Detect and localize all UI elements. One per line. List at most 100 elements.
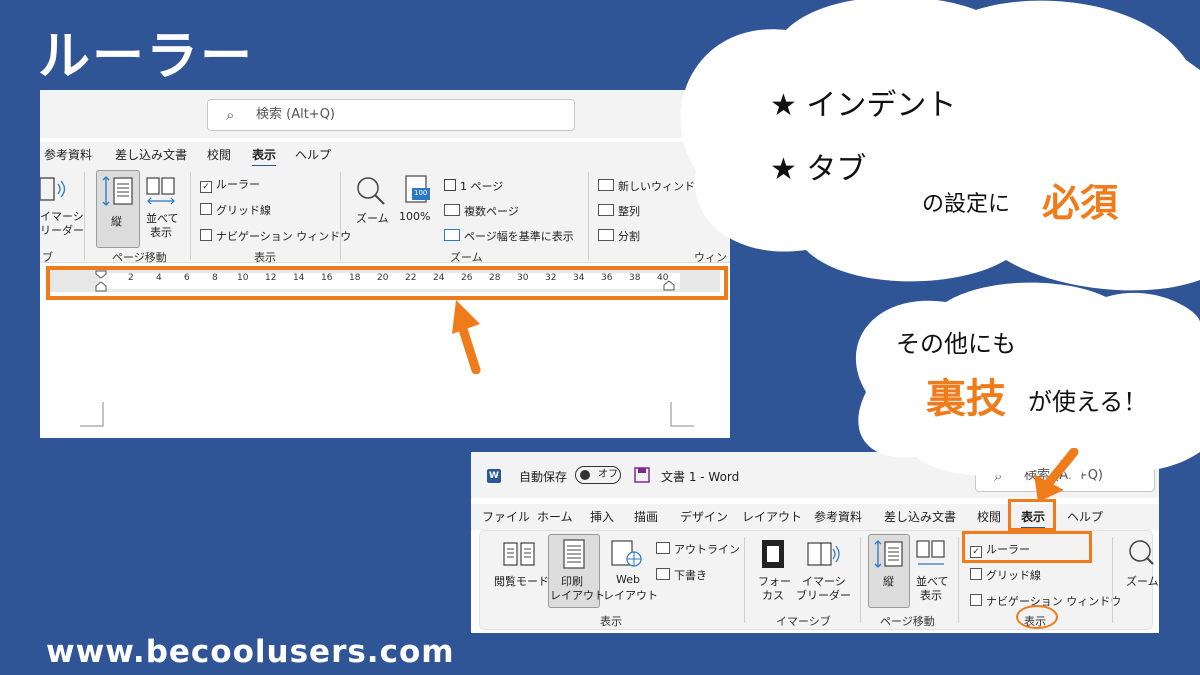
print-layout-button[interactable]: 印刷 レイアウト bbox=[548, 534, 605, 608]
callout-essential-text: 必須 bbox=[1042, 181, 1119, 225]
tab-mailings[interactable]: 差し込み文書 bbox=[884, 508, 956, 525]
tab-references[interactable]: 参考資料 bbox=[44, 146, 92, 163]
tab-home[interactable]: ホーム bbox=[537, 508, 573, 525]
word-logo-icon: W bbox=[487, 469, 501, 483]
vertical-button[interactable]: 縦 bbox=[868, 534, 910, 608]
ribbon-tabs: 参考資料 差し込み文書 校閲 表示 ヘルプ bbox=[40, 142, 730, 167]
autosave-state: オフ bbox=[598, 469, 618, 480]
callout-usable-text: が使える！ bbox=[1028, 388, 1148, 416]
navigation-label: ナビゲーション ウィンドウ bbox=[216, 230, 352, 243]
save-icon[interactable] bbox=[634, 467, 650, 483]
arrange-all-button[interactable]: 整列 bbox=[598, 203, 640, 219]
vertical-scroll-icon bbox=[102, 176, 133, 206]
ruler-checkbox[interactable]: ✓ ルーラー bbox=[200, 176, 260, 193]
one-page-label: 1 ページ bbox=[460, 180, 504, 193]
draft-button[interactable]: 下書き bbox=[656, 567, 707, 583]
word-window-top: ⌕ 検索 (Alt+Q) 参考資料 差し込み文書 校閲 表示 ヘルプ イマーシ … bbox=[40, 90, 730, 438]
vertical-button[interactable]: 縦 bbox=[96, 170, 140, 248]
tab-help[interactable]: ヘルプ bbox=[1067, 508, 1103, 525]
outline-button[interactable]: アウトライン bbox=[656, 541, 740, 557]
search-icon: ⌕ bbox=[226, 106, 235, 124]
print-layout-label-2: レイアウト bbox=[550, 589, 605, 602]
title-bar: ⌕ 検索 (Alt+Q) bbox=[40, 90, 730, 138]
callout-indent-line: ★ インデント bbox=[770, 88, 957, 123]
checkmark-icon: ✓ bbox=[200, 181, 212, 193]
page-corner-mark bbox=[80, 402, 104, 427]
ruler-label: ルーラー bbox=[216, 178, 260, 191]
gridlines-checkbox[interactable]: グリッド線 bbox=[200, 202, 271, 218]
arrow-up-icon bbox=[452, 300, 481, 374]
outline-icon bbox=[656, 542, 670, 554]
print-layout-icon bbox=[563, 539, 585, 569]
tab-review[interactable]: 校閲 bbox=[977, 508, 1001, 525]
search-box[interactable]: ⌕ 検索 (Alt+Q) bbox=[207, 99, 575, 131]
group-label-views: 表示 bbox=[600, 615, 622, 628]
speech-cloud-top bbox=[680, 0, 1200, 291]
split-label: 分割 bbox=[618, 230, 640, 243]
gridlines-checkbox[interactable]: グリッド線 bbox=[970, 567, 1041, 583]
arrow-down-icon bbox=[1034, 448, 1079, 502]
navigation-pane-checkbox[interactable]: ナビゲーション ウィンドウ bbox=[200, 228, 351, 244]
new-window-icon bbox=[598, 179, 614, 191]
group-label-page-move: ページ移動 bbox=[880, 615, 935, 628]
tab-draw[interactable]: 描画 bbox=[634, 508, 658, 525]
page-width-button[interactable]: ページ幅を基準に表示 bbox=[444, 228, 574, 244]
focus-icon[interactable] bbox=[760, 539, 786, 569]
one-page-icon bbox=[444, 179, 456, 191]
zoom-magnifier-icon[interactable] bbox=[1128, 539, 1154, 569]
one-page-button[interactable]: 1 ページ bbox=[444, 178, 503, 194]
page-title: ルーラー bbox=[38, 27, 255, 87]
tab-references[interactable]: 参考資料 bbox=[814, 508, 862, 525]
document-title: 文書 1 - Word bbox=[661, 470, 740, 484]
split-icon bbox=[598, 229, 614, 241]
tab-review[interactable]: 校閲 bbox=[207, 146, 231, 163]
page-width-label: ページ幅を基準に表示 bbox=[464, 230, 574, 243]
vertical-label: 縦 bbox=[111, 215, 122, 228]
group-label-immersive: ブ bbox=[42, 251, 53, 264]
footer-website-url[interactable]: www.becoolusers.com bbox=[46, 634, 455, 670]
tab-file[interactable]: ファイル bbox=[482, 508, 530, 525]
callout-setting-text: の設定に bbox=[922, 192, 1011, 217]
immersive-reader-label-2: リーダー bbox=[40, 224, 84, 237]
outline-label: アウトライン bbox=[674, 543, 740, 556]
tab-design[interactable]: デザイン bbox=[680, 508, 728, 525]
page-width-icon bbox=[444, 229, 460, 241]
tab-help[interactable]: ヘルプ bbox=[295, 146, 331, 163]
zoom-label: ズーム bbox=[1126, 575, 1159, 588]
tab-layout[interactable]: レイアウト bbox=[742, 508, 802, 525]
page-corner-mark bbox=[670, 402, 694, 427]
web-layout-icon[interactable] bbox=[610, 539, 644, 569]
read-mode-icon[interactable] bbox=[502, 539, 536, 569]
draft-label: 下書き bbox=[674, 569, 707, 582]
side-by-side-label-2: 表示 bbox=[150, 226, 172, 239]
arrange-all-icon bbox=[598, 204, 614, 216]
search-placeholder: 検索 (Alt+Q) bbox=[256, 107, 336, 122]
zoom-label: ズーム bbox=[356, 212, 389, 225]
immersive-reader-icon[interactable] bbox=[40, 174, 68, 204]
tab-mailings[interactable]: 差し込み文書 bbox=[115, 146, 187, 163]
split-button[interactable]: 分割 bbox=[598, 228, 640, 244]
callout-trick-text: 裏技 bbox=[926, 376, 1006, 422]
group-label-page-move: ページ移動 bbox=[112, 251, 167, 264]
multiple-pages-button[interactable]: 複数ページ bbox=[444, 203, 519, 219]
ruler-highlight-box bbox=[46, 266, 728, 300]
tab-insert[interactable]: 挿入 bbox=[590, 508, 614, 525]
ruler-checkbox-highlight-box bbox=[962, 531, 1092, 563]
tab-view[interactable]: 表示 bbox=[252, 146, 277, 167]
zoom-100-icon-text: 100 bbox=[414, 189, 428, 197]
autosave-toggle[interactable]: オフ bbox=[575, 466, 621, 484]
zoom-magnifier-icon[interactable] bbox=[356, 176, 386, 206]
immersive-reader-icon[interactable] bbox=[806, 539, 840, 569]
side-by-side-icon[interactable] bbox=[146, 176, 176, 206]
gridlines-label: グリッド線 bbox=[216, 204, 271, 217]
group-label-immersive: イマーシブ bbox=[776, 615, 831, 628]
multiple-pages-icon bbox=[444, 204, 460, 216]
immersive-reader-label-2: ブリーダー bbox=[796, 589, 851, 602]
callout-others-text: その他にも bbox=[896, 330, 1016, 358]
ribbon: イマーシ リーダー ブ 縦 並べて 表示 ページ移動 ✓ ルーラー グリッド線 ナ… bbox=[40, 166, 730, 264]
vertical-scroll-icon bbox=[874, 540, 903, 568]
side-by-side-icon[interactable] bbox=[916, 539, 946, 569]
zoom-100-label: 100% bbox=[399, 210, 431, 223]
web-layout-label-1: Web bbox=[616, 573, 640, 586]
autosave-label: 自動保存 bbox=[519, 470, 568, 484]
